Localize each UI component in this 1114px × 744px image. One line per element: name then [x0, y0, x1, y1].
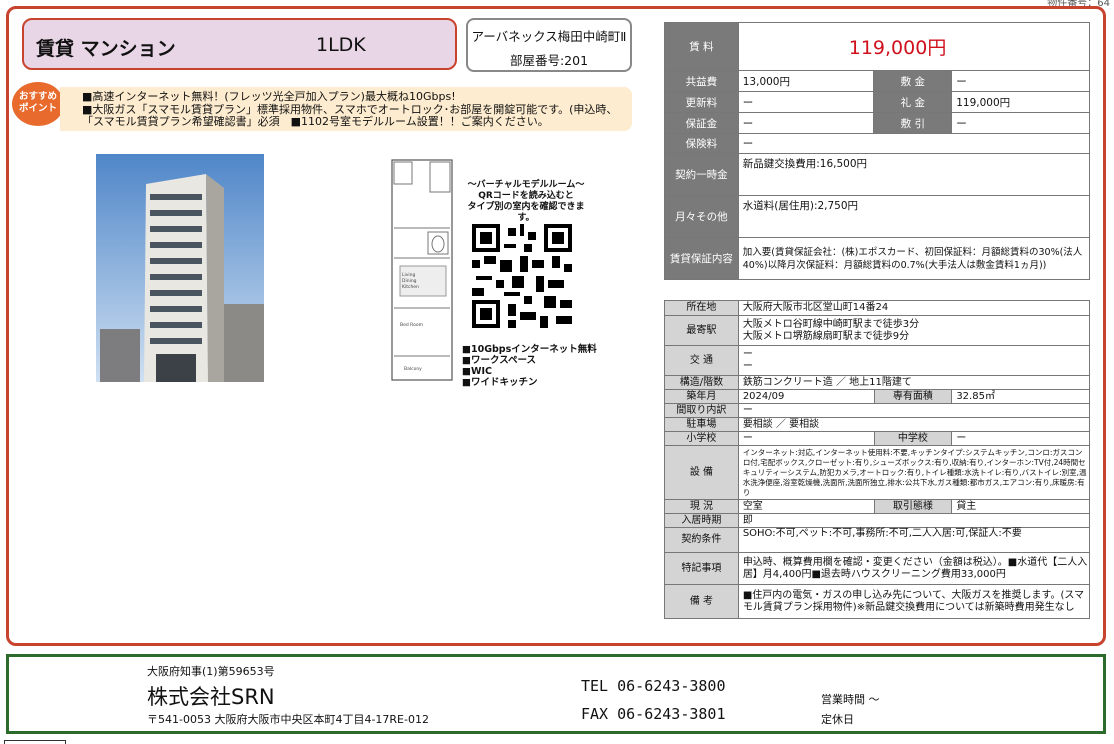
svg-text:Dining: Dining	[402, 278, 417, 284]
special-value: 申込時、概算費用欄を確認・変更ください（金額は税込）。■水道代【二人入居】月4,…	[737, 552, 1091, 585]
conditions-value: SOHO:不可,ペット:不可,事務所:不可,二人入居:可,保証人:不要	[737, 527, 1091, 553]
movein-label: 入居時期	[664, 513, 739, 528]
building-box: アーバネックス梅田中崎町Ⅱ 部屋番号:201	[466, 18, 632, 72]
remarks-value: ■住戸内の電気・ガスの申し込み先について、大阪ガスを推奨します。(スマモル賃貸プ…	[737, 584, 1091, 619]
onetime-value: 新品鍵交換費用:16,500円	[737, 153, 1091, 196]
holiday: 定休日	[821, 713, 854, 726]
qr-caption-line: タイプ別の室内を確認できます。	[467, 202, 585, 223]
transport-label: 交 通	[664, 345, 739, 376]
feature-item: ■ワイドキッチン	[462, 377, 538, 388]
guarantor-label: 賃貸保証内容	[664, 237, 739, 280]
company-name: 株式会社SRN	[147, 685, 275, 709]
structure-label: 構造/階数	[664, 375, 739, 390]
fax-number: FAX 06-6243-3801	[581, 705, 726, 723]
recommend-points: ■高速インターネット無料！(フレッツ光全戸加入プラン)最大概ね10Gbps! ■…	[60, 87, 632, 131]
svg-text:Bed Room: Bed Room	[400, 322, 423, 328]
guarantor-value: 加入要(賃貸保証会社：(株)エポスカード、初回保証料：月額総賃料の30%(法人4…	[737, 237, 1091, 280]
deduction-label: 敷 引	[873, 112, 953, 134]
renewal-fee-label: 更新料	[664, 91, 739, 113]
junior-value: ー	[951, 431, 1090, 446]
equipment-label: 設 備	[664, 445, 739, 500]
recommend-line: 「スマモル賃貸プラン希望確認書」必須 ■1102号室モデルルーム設置！！ご案内く…	[82, 115, 549, 128]
qr-caption-line: QRコードを読み込むと	[478, 191, 574, 201]
deal-value: 貸主	[951, 499, 1090, 514]
insurance-value: ー	[737, 133, 1091, 154]
deposit-label: 敷 金	[873, 70, 953, 92]
location-label: 所在地	[664, 300, 739, 316]
feature-list: ■10Gbpsインターネット無料 ■ワークスペース ■WIC ■ワイドキッチン	[462, 344, 597, 388]
rent-label: 賃 料	[664, 22, 739, 71]
floorplan-value: ー	[737, 403, 1091, 418]
elementary-value: ー	[737, 431, 875, 446]
built-label: 築年月	[664, 389, 739, 404]
station-line: 大阪メトロ堺筋線扇町駅まで徒歩9分	[742, 330, 910, 342]
remarks-label: 備 考	[664, 584, 739, 619]
svg-text:Living: Living	[402, 272, 416, 278]
rent-value: 119,000円	[737, 22, 1091, 71]
listing-kind: 賃貸 マンション	[36, 38, 176, 60]
qr-code[interactable]	[472, 224, 572, 328]
svg-text:Kitchen: Kitchen	[402, 284, 419, 290]
common-fee-value: 13,000円	[737, 70, 875, 92]
location-value: 大阪府大阪市北区堂山町14番24	[737, 300, 1091, 316]
common-fee-label: 共益費	[664, 70, 739, 92]
insurance-label: 保険料	[664, 133, 739, 154]
building-photo	[96, 154, 264, 382]
building-name: アーバネックス梅田中崎町Ⅱ	[471, 29, 627, 44]
svg-text:Balcony: Balcony	[404, 366, 422, 372]
station-label: 最寄駅	[664, 315, 739, 346]
layout-type: 1LDK	[316, 34, 366, 56]
recommend-badge: おすすめ ポイント	[12, 82, 64, 126]
key-money-value: 119,000円	[951, 91, 1090, 113]
room-number: 部屋番号:201	[509, 53, 589, 68]
transport-value: ー ー	[737, 345, 1091, 376]
rent-table: 賃 料 119,000円 共益費 13,000円 敷 金 ー 更新料 ー 礼 金…	[664, 22, 1091, 280]
guarantee-value: ー	[737, 112, 875, 134]
floorplan-label: 間取り内訳	[664, 403, 739, 418]
agent-footer: 大阪府知事(1)第59653号 株式会社SRN 〒541-0053 大阪府大阪市…	[6, 654, 1106, 734]
key-money-label: 礼 金	[873, 91, 953, 113]
monthly-value: 水道料(居住用):2,750円	[737, 195, 1091, 238]
status-label: 現 況	[664, 499, 739, 514]
corner-box	[4, 740, 66, 744]
movein-value: 即	[737, 513, 1091, 528]
renewal-fee-value: ー	[737, 91, 875, 113]
deal-label: 取引態様	[873, 499, 953, 514]
area-value: 32.85㎡	[951, 389, 1090, 404]
special-label: 特記事項	[664, 552, 739, 585]
transport-line: ー	[742, 360, 753, 372]
license-number: 大阪府知事(1)第59653号	[147, 665, 275, 678]
title-box: 賃貸 マンション 1LDK	[22, 18, 457, 70]
guarantee-label: 保証金	[664, 112, 739, 134]
parking-value: 要相談 ／ 要相談	[737, 417, 1091, 432]
station-line: 大阪メトロ谷町線中崎町駅まで徒歩3分	[742, 318, 920, 330]
junior-label: 中学校	[873, 431, 953, 446]
built-value: 2024/09	[737, 389, 875, 404]
parking-label: 駐車場	[664, 417, 739, 432]
equipment-value: インターネット:対応,インターネット使用料:不要,キッチンタイプ:システムキッチ…	[737, 445, 1091, 500]
monthly-label: 月々その他	[664, 195, 739, 238]
area-label: 専有面積	[873, 389, 953, 404]
transport-line: ー	[742, 348, 753, 360]
deposit-value: ー	[951, 70, 1090, 92]
conditions-label: 契約条件	[664, 527, 739, 553]
elementary-label: 小学校	[664, 431, 739, 446]
station-value: 大阪メトロ谷町線中崎町駅まで徒歩3分 大阪メトロ堺筋線扇町駅まで徒歩9分	[737, 315, 1091, 346]
floor-plan: Living Dining Kitchen Bed Room Balcony	[390, 158, 460, 382]
feature-item: ■WIC	[462, 366, 492, 377]
detail-table: 所在地 大阪府大阪市北区堂山町14番24 最寄駅 大阪メトロ谷町線中崎町駅まで徒…	[664, 300, 1091, 619]
recommend-line: ■高速インターネット無料！(フレッツ光全戸加入プラン)最大概ね10Gbps!	[82, 90, 456, 103]
feature-item: ■10Gbpsインターネット無料	[462, 344, 597, 355]
structure-value: 鉄筋コンクリート造 ／ 地上11階建て	[737, 375, 1091, 390]
status-value: 空室	[737, 499, 875, 514]
onetime-label: 契約一時金	[664, 153, 739, 196]
qr-caption: ～バーチャルモデルルーム～ QRコードを読み込むと タイプ別の室内を確認できます…	[462, 180, 590, 224]
qr-caption-line: ～バーチャルモデルルーム～	[467, 180, 585, 190]
deduction-value: ー	[951, 112, 1090, 134]
business-hours: 営業時間 〜	[821, 693, 880, 706]
phone-number[interactable]: TEL 06-6243-3800	[581, 677, 726, 695]
feature-item: ■ワークスペース	[462, 355, 537, 366]
company-address: 〒541-0053 大阪府大阪市中央区本町4丁目4-17RE-012	[147, 713, 429, 726]
